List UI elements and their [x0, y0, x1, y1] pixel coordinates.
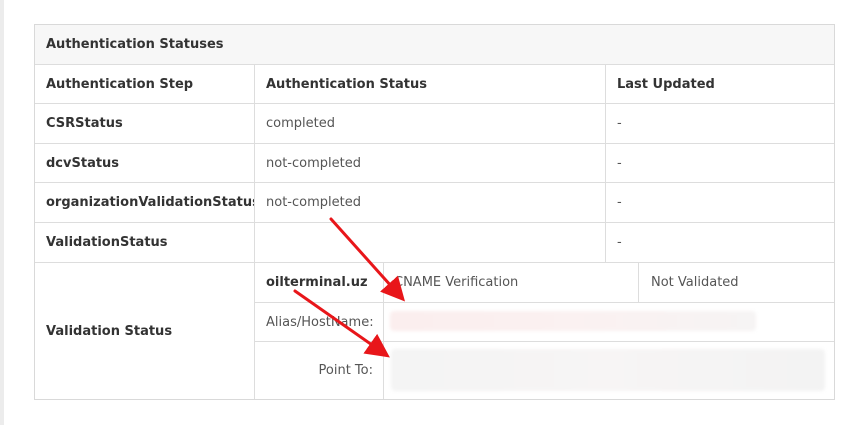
validation-status-label: Validation Status: [46, 323, 173, 339]
table-caption-row: Authentication Statuses: [35, 25, 834, 65]
step-last-updated: -: [605, 104, 834, 143]
page-left-edge: [0, 0, 4, 425]
step-status: completed: [254, 104, 605, 143]
step-name: ValidationStatus: [46, 235, 168, 250]
step-last-updated: -: [605, 183, 834, 222]
table-row: dcvStatus not-completed -: [35, 144, 834, 183]
validation-result: Not Validated: [651, 275, 739, 290]
step-status: [254, 223, 605, 262]
table-caption: Authentication Statuses: [46, 37, 224, 52]
point-to-label: Point To:: [318, 363, 373, 378]
authentication-statuses-table: Authentication Statuses Authentication S…: [34, 24, 835, 400]
step-last-updated: -: [605, 223, 834, 262]
step-status: not-completed: [254, 144, 605, 182]
point-to-value-redacted: [391, 349, 825, 391]
column-header-step: Authentication Step: [46, 76, 194, 92]
step-name: CSRStatus: [46, 116, 123, 131]
alias-hostname-value-redacted: [390, 311, 756, 331]
validation-domain: oilterminal.uz: [266, 275, 368, 290]
step-last-updated: -: [605, 144, 834, 182]
step-name: dcvStatus: [46, 155, 120, 171]
table-row: CSRStatus completed -: [35, 104, 834, 144]
step-name: organizationValidationStatus: [46, 195, 254, 210]
step-status: not-completed: [254, 183, 605, 222]
validation-status-block: Validation Status oilterminal.uz CNAME V…: [35, 263, 834, 399]
table-row: organizationValidationStatus not-complet…: [35, 183, 834, 223]
column-header-status: Authentication Status: [254, 65, 605, 103]
column-header-updated: Last Updated: [605, 65, 834, 103]
table-row: ValidationStatus -: [35, 223, 834, 263]
validation-method: CNAME Verification: [394, 275, 519, 290]
alias-hostname-label: Alias/HostName:: [266, 315, 374, 330]
table-header-row: Authentication Step Authentication Statu…: [35, 65, 834, 104]
